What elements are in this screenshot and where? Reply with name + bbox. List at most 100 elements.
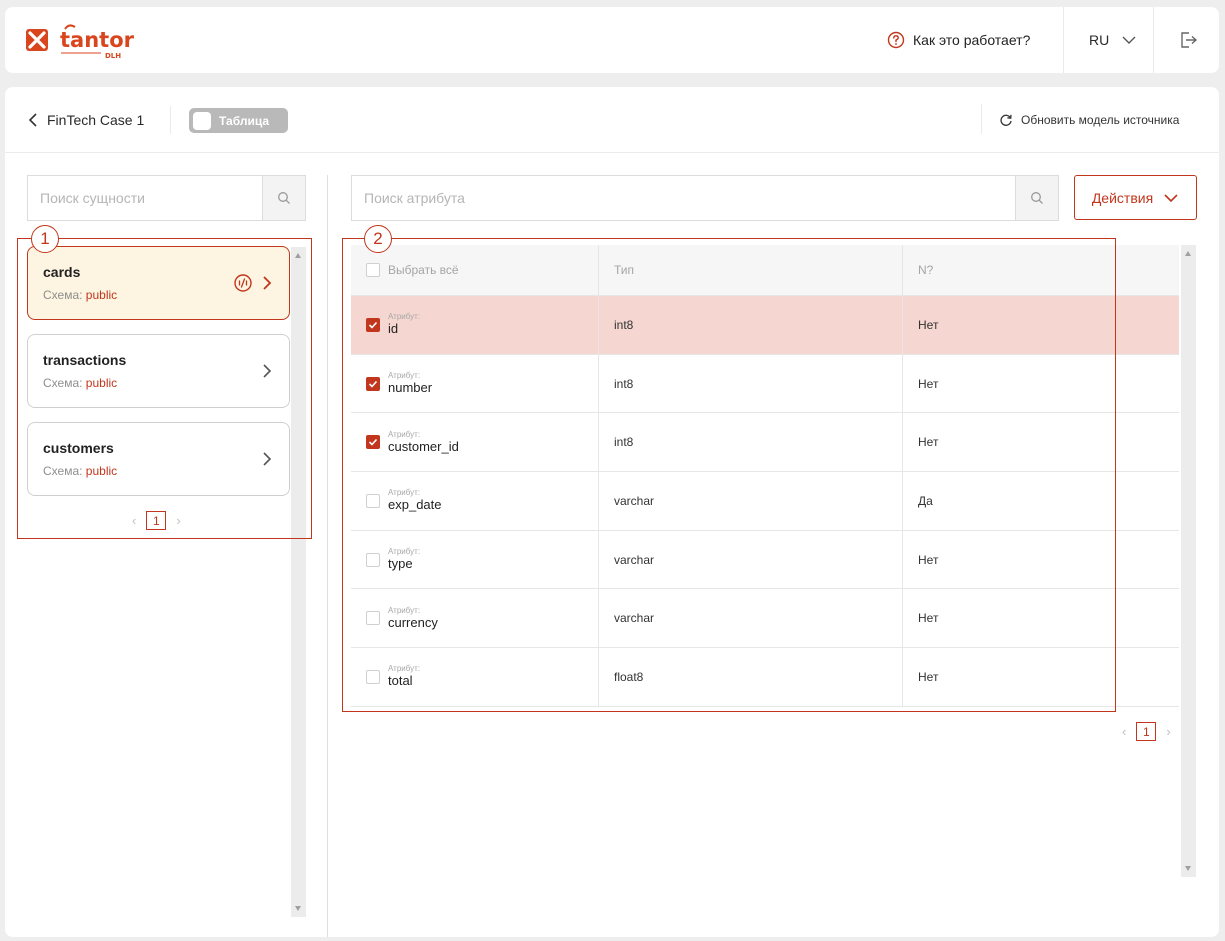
- table-row[interactable]: Атрибут: total float8 Нет: [351, 648, 1179, 707]
- chevron-left-icon: [28, 113, 37, 127]
- entity-name: transactions: [43, 352, 127, 368]
- prev-page-button[interactable]: ‹: [132, 513, 136, 528]
- entity-card-cards[interactable]: cards Схема: public: [27, 246, 290, 320]
- attribute-pagination: ‹ 1 ›: [1122, 722, 1171, 741]
- toggle-label: Таблица: [219, 113, 270, 128]
- next-page-button[interactable]: ›: [176, 513, 180, 528]
- attribute-label-group: Атрибут: exp_date: [388, 488, 442, 513]
- checkmark-icon: [368, 380, 378, 388]
- attribute-type: int8: [614, 435, 634, 450]
- table-header: Выбрать всё Тип N?: [351, 245, 1179, 296]
- page-number[interactable]: 1: [146, 511, 167, 530]
- row-checkbox[interactable]: [366, 376, 380, 391]
- divider: [1153, 7, 1154, 73]
- type-cell: varchar: [599, 589, 903, 648]
- logout-icon[interactable]: [1177, 29, 1199, 51]
- schema-value: public: [85, 376, 118, 390]
- scroll-down-arrow[interactable]: [1185, 866, 1191, 871]
- attribute-name: number: [388, 380, 433, 396]
- schema-label: Схема:: [43, 464, 86, 478]
- table-row[interactable]: Атрибут: currency varchar Нет: [351, 589, 1179, 649]
- attribute-nullable: Нет: [918, 435, 939, 450]
- row-checkbox[interactable]: [366, 493, 380, 508]
- attribute-search-input[interactable]: [352, 176, 1015, 220]
- actions-label: Действия: [1091, 189, 1154, 206]
- entity-search-button[interactable]: [262, 176, 305, 220]
- table-row[interactable]: Атрибут: customer_id int8 Нет: [351, 413, 1179, 473]
- attribute-type: varchar: [614, 493, 655, 508]
- api-icon[interactable]: [233, 273, 253, 293]
- attribute-search-button[interactable]: [1015, 176, 1058, 220]
- attribute-cell: Атрибут: number: [351, 354, 599, 413]
- row-checkbox[interactable]: [366, 317, 380, 332]
- nullable-cell: Нет: [903, 413, 1179, 471]
- attribute-label-group: Атрибут: id: [388, 312, 420, 337]
- tantor-logo[interactable]: tantor DLH: [25, 21, 135, 61]
- attribute-caption: Атрибут:: [388, 371, 421, 381]
- scroll-up-arrow[interactable]: [295, 253, 301, 258]
- attribute-cell: Атрибут: id: [351, 296, 599, 354]
- attribute-nullable: Да: [918, 493, 933, 508]
- attribute-caption: Атрибут:: [388, 488, 421, 498]
- table-row[interactable]: Атрибут: id int8 Нет: [351, 296, 1179, 355]
- attribute-name: total: [388, 673, 413, 689]
- scroll-down-arrow[interactable]: [295, 906, 301, 911]
- attribute-cell: Атрибут: exp_date: [351, 472, 599, 530]
- scroll-up-arrow[interactable]: [1185, 251, 1191, 256]
- back-button[interactable]: FinTech Case 1: [27, 109, 144, 131]
- attribute-type: int8: [614, 317, 634, 332]
- nullable-cell: Да: [903, 472, 1179, 530]
- attribute-caption: Атрибут:: [388, 547, 421, 557]
- entity-schema: Схема: public: [43, 464, 117, 478]
- actions-dropdown-button[interactable]: Действия: [1074, 175, 1197, 220]
- divider: [170, 106, 171, 134]
- nullable-cell: Нет: [903, 296, 1179, 354]
- entity-list-scrollbar[interactable]: [291, 247, 306, 917]
- row-checkbox[interactable]: [366, 611, 380, 626]
- panel-divider: [327, 175, 328, 937]
- language-select[interactable]: RU: [1089, 7, 1137, 73]
- table-row[interactable]: Атрибут: type varchar Нет: [351, 530, 1179, 590]
- column-header-nullable[interactable]: N?: [903, 245, 1179, 295]
- page-number[interactable]: 1: [1136, 722, 1157, 741]
- entity-card-customers[interactable]: customers Схема: public: [27, 422, 290, 496]
- schema-label: Схема:: [43, 288, 86, 302]
- next-page-button[interactable]: ›: [1166, 724, 1170, 739]
- attribute-cell: Атрибут: currency: [351, 589, 599, 648]
- type-cell: int8: [599, 354, 903, 413]
- checkmark-icon: [368, 321, 378, 329]
- entity-name: customers: [43, 440, 114, 456]
- entity-schema: Схема: public: [43, 376, 117, 390]
- type-cell: int8: [599, 296, 903, 354]
- row-checkbox[interactable]: [366, 669, 380, 684]
- top-bar: tantor DLH Как это работает? RU: [5, 7, 1219, 73]
- help-link[interactable]: Как это работает?: [887, 7, 1030, 73]
- attribute-cell: Атрибут: customer_id: [351, 413, 599, 472]
- schema-label: Схема:: [43, 376, 86, 390]
- row-checkbox[interactable]: [366, 435, 380, 450]
- attribute-type: varchar: [614, 552, 655, 567]
- column-header-type[interactable]: Тип: [599, 245, 903, 295]
- schema-value: public: [85, 288, 118, 302]
- svg-text:tantor: tantor: [60, 28, 135, 52]
- chevron-right-icon: [263, 364, 272, 378]
- attribute-label-group: Атрибут: number: [388, 371, 432, 396]
- table-view-toggle[interactable]: Таблица: [189, 108, 288, 133]
- select-all-checkbox[interactable]: [366, 263, 380, 277]
- nullable-cell: Нет: [903, 648, 1179, 706]
- attribute-type: float8: [614, 669, 644, 684]
- help-label: Как это работает?: [913, 32, 1031, 48]
- language-value: RU: [1089, 32, 1110, 48]
- attribute-cell: Атрибут: total: [351, 648, 599, 706]
- table-row[interactable]: Атрибут: exp_date varchar Да: [351, 472, 1179, 531]
- attribute-table-scrollbar[interactable]: [1181, 245, 1196, 877]
- schema-value: public: [85, 464, 118, 478]
- table-row[interactable]: Атрибут: number int8 Нет: [351, 354, 1179, 414]
- entity-search-input[interactable]: [28, 176, 262, 220]
- prev-page-button[interactable]: ‹: [1122, 724, 1126, 739]
- attribute-nullable: Нет: [918, 317, 939, 332]
- refresh-source-button[interactable]: Обновить модель источника: [999, 109, 1179, 131]
- attribute-label-group: Атрибут: total: [388, 664, 420, 689]
- entity-card-transactions[interactable]: transactions Схема: public: [27, 334, 290, 408]
- row-checkbox[interactable]: [366, 552, 380, 567]
